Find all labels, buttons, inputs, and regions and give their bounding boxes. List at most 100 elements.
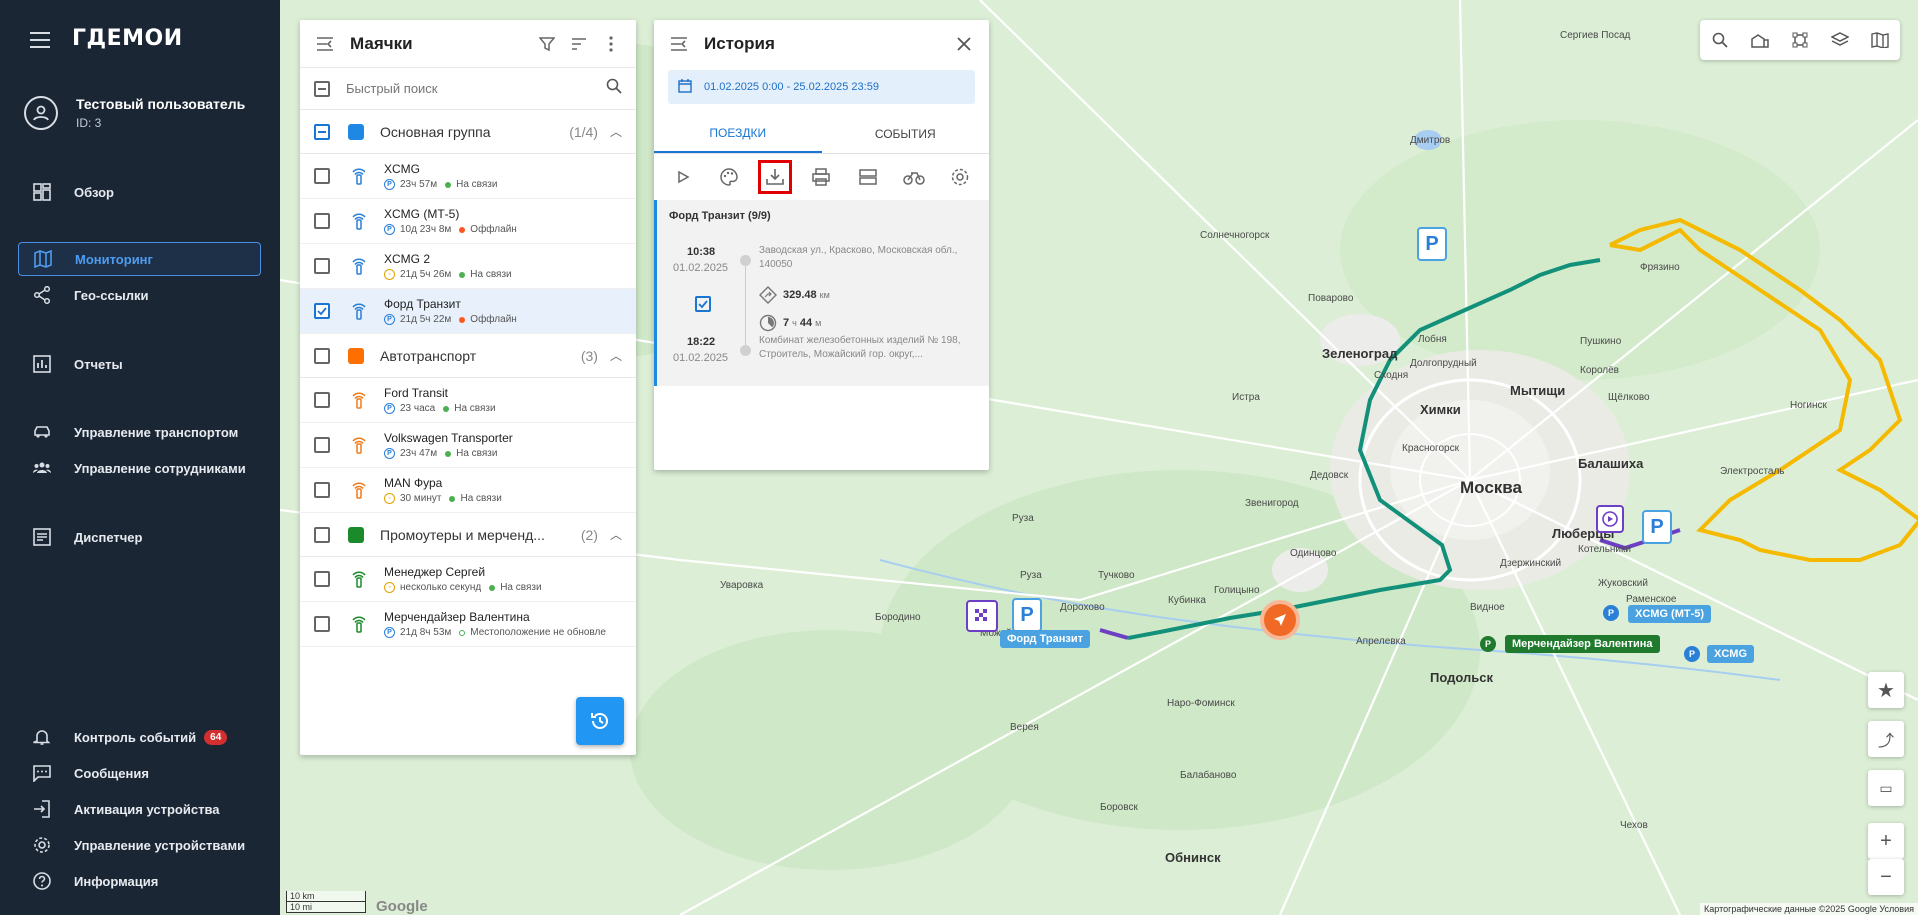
chevron-up-icon[interactable]: ︿ xyxy=(610,347,622,364)
palette-button[interactable] xyxy=(712,160,746,194)
map-tag-xcmg[interactable]: XCMG xyxy=(1707,645,1754,663)
chevron-up-icon[interactable]: ︿ xyxy=(610,526,622,543)
trip-end-address: Комбинат железобетонных изделий № 198, С… xyxy=(759,335,961,360)
trip-checkbox[interactable] xyxy=(695,296,711,312)
group-checkbox[interactable] xyxy=(314,123,330,140)
timer-icon xyxy=(759,314,777,332)
split-view-button[interactable] xyxy=(851,160,885,194)
ruler-button[interactable]: ▭ xyxy=(1868,770,1904,806)
device-checkbox[interactable] xyxy=(314,258,330,274)
finish-marker[interactable] xyxy=(966,600,998,632)
nav-transport[interactable]: Управление транспортом xyxy=(18,415,261,449)
parking-marker[interactable]: P xyxy=(1642,510,1672,544)
more-vert-icon[interactable] xyxy=(600,33,622,55)
bike-button[interactable] xyxy=(897,160,931,194)
help-icon xyxy=(32,871,52,891)
start-marker[interactable] xyxy=(1596,505,1624,533)
device-row[interactable]: XCMG 2 ◦ 21д 5ч 26м На связи xyxy=(300,244,636,289)
device-checkbox[interactable] xyxy=(314,616,330,632)
device-dot[interactable]: P xyxy=(1603,605,1619,621)
zoom-out-button[interactable]: − xyxy=(1868,859,1904,895)
beacons-panel: Маячки Основная группа (1/4) ︿ XCMG P 23ч… xyxy=(300,20,636,755)
device-dot[interactable]: P xyxy=(1480,636,1496,652)
status-dot xyxy=(459,226,466,233)
timeline-dot xyxy=(740,255,751,266)
collapse-panel-icon[interactable] xyxy=(668,33,690,55)
zoom-in-button[interactable]: + xyxy=(1868,823,1904,859)
device-row[interactable]: XCMG P 23ч 57м На связи xyxy=(300,154,636,199)
map-tag-xcmg-mt5[interactable]: XCMG (МТ-5) xyxy=(1628,605,1712,623)
device-checkbox[interactable] xyxy=(314,213,330,229)
settings-button[interactable] xyxy=(943,160,977,194)
trip-card[interactable]: Форд Транзит (9/9) 10:38 01.02.2025 Заво… xyxy=(654,200,989,386)
filter-icon[interactable] xyxy=(536,33,558,55)
nav-messages[interactable]: Сообщения xyxy=(18,756,261,790)
route-button[interactable]: ⤴ xyxy=(1868,721,1904,757)
group-checkbox[interactable] xyxy=(314,526,330,543)
nav-geolinks[interactable]: Гео-ссылки xyxy=(18,278,261,312)
search-icon[interactable] xyxy=(606,78,622,99)
nav-events[interactable]: Контроль событий 64 xyxy=(18,720,261,754)
map-tag-merchandiser[interactable]: Мерчендайзер Валентина xyxy=(1505,635,1660,653)
nav-devices[interactable]: Управление устройствами xyxy=(18,828,261,862)
map-tag-ford-transit[interactable]: Форд Транзит xyxy=(1000,630,1090,648)
print-button[interactable] xyxy=(804,160,838,194)
device-checkbox[interactable] xyxy=(314,392,330,408)
play-button[interactable] xyxy=(666,160,700,194)
collapse-menu-icon[interactable] xyxy=(30,32,50,48)
device-checkbox-checked[interactable] xyxy=(314,303,330,319)
nav-reports[interactable]: Отчеты xyxy=(18,347,261,381)
search-icon[interactable] xyxy=(1709,29,1731,51)
close-icon[interactable] xyxy=(953,33,975,55)
collapse-panel-icon[interactable] xyxy=(314,33,336,55)
tab-events[interactable]: СОБЫТИЯ xyxy=(822,114,990,153)
device-checkbox[interactable] xyxy=(314,168,330,184)
device-name: XCMG (МТ-5) xyxy=(384,207,460,221)
user-info[interactable]: Тестовый пользователь ID: 3 xyxy=(24,96,245,130)
buildings-icon[interactable] xyxy=(1749,29,1771,51)
nav-overview[interactable]: Обзор xyxy=(18,175,261,209)
date-range-picker[interactable]: 01.02.2025 0:00 - 25.02.2025 23:59 xyxy=(668,70,975,104)
nav-staff[interactable]: Управление сотрудниками xyxy=(18,451,261,485)
nav-dispatcher[interactable]: Диспетчер xyxy=(18,520,261,554)
parking-marker[interactable]: P xyxy=(1012,598,1042,632)
history-fab-button[interactable] xyxy=(576,697,624,745)
device-row[interactable]: Volkswagen Transporter P 23ч 47м На связи xyxy=(300,423,636,468)
nav-activation[interactable]: Активация устройства xyxy=(18,792,261,826)
chevron-up-icon[interactable]: ︿ xyxy=(610,123,622,140)
group-checkbox[interactable] xyxy=(314,347,330,364)
group-row[interactable]: Автотранспорт (3) ︿ xyxy=(300,334,636,378)
device-row[interactable]: Менеджер Сергей ◦ несколько секунд На связ… xyxy=(300,557,636,602)
device-row[interactable]: Ford Transit P 23 часа На связи xyxy=(300,378,636,423)
device-checkbox[interactable] xyxy=(314,571,330,587)
share-icon xyxy=(32,285,52,305)
polygon-icon[interactable] xyxy=(1789,29,1811,51)
sort-icon[interactable] xyxy=(568,33,590,55)
group-row[interactable]: Основная группа (1/4) ︿ xyxy=(300,110,636,154)
nav-info[interactable]: Информация xyxy=(18,864,261,898)
device-dot[interactable]: P xyxy=(1684,646,1700,662)
device-status: Оффлайн xyxy=(470,224,517,235)
nav-monitoring[interactable]: Мониторинг xyxy=(18,242,261,276)
device-checkbox[interactable] xyxy=(314,437,330,453)
device-row[interactable]: XCMG (МТ-5) P 10д 23ч 8м Оффлайн xyxy=(300,199,636,244)
device-checkbox[interactable] xyxy=(314,482,330,498)
navigation-marker[interactable] xyxy=(1260,600,1300,640)
device-row-selected[interactable]: Форд Транзит P 21д 5ч 22м Оффлайн xyxy=(300,289,636,334)
select-all-checkbox[interactable] xyxy=(314,80,330,97)
device-name: XCMG xyxy=(384,162,420,176)
map-type-icon[interactable] xyxy=(1869,29,1891,51)
tab-trips[interactable]: ПОЕЗДКИ xyxy=(654,114,822,153)
place-sergiev-posad: Сергиев Посад xyxy=(1560,30,1631,41)
favorites-button[interactable]: ★ xyxy=(1868,672,1904,708)
download-button[interactable] xyxy=(758,160,793,194)
group-row[interactable]: Промоутеры и мерченд... (2) ︿ xyxy=(300,513,636,557)
place-vereya: Верея xyxy=(1010,722,1039,733)
device-status: Местоположение не обновле xyxy=(470,627,606,638)
layers-icon[interactable] xyxy=(1829,29,1851,51)
map-attribution[interactable]: Картографические данные ©2025 Google Усл… xyxy=(1700,903,1918,915)
device-row[interactable]: Мерчендайзер Валентина P 21д 8ч 53м Местоп… xyxy=(300,602,636,647)
parking-marker[interactable]: P xyxy=(1417,227,1447,261)
device-row[interactable]: MAN Фура ◦ 30 минут На связи xyxy=(300,468,636,513)
quick-search-input[interactable] xyxy=(346,81,606,96)
